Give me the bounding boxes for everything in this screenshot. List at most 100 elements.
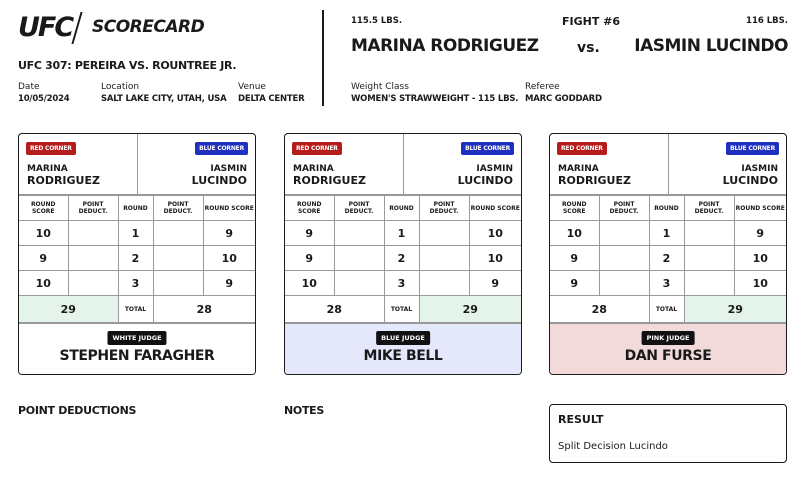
result-box: RESULT Split Decision Lucindo bbox=[549, 404, 787, 463]
red-first-name: MARINA bbox=[27, 164, 68, 174]
round-row: 9 3 10 bbox=[550, 270, 786, 296]
red-round-score: 10 bbox=[550, 220, 600, 246]
judge-badge: PINK JUDGE bbox=[641, 331, 695, 345]
blue-round-score: 10 bbox=[733, 270, 786, 296]
weight-class-value: WOMEN'S STRAWWEIGHT - 115 LBS. bbox=[351, 94, 519, 104]
red-point-deduction bbox=[333, 270, 385, 296]
versus-label: vs. bbox=[577, 40, 600, 56]
red-round-score-header: ROUND SCORE bbox=[550, 195, 600, 221]
logo-divider bbox=[71, 12, 83, 44]
corner-header: RED CORNER BLUE CORNER MARINA RODRIGUEZ IASM… bbox=[550, 134, 786, 195]
blue-corner-fighter: IASMIN LUCINDO bbox=[192, 163, 247, 187]
round-number: 3 bbox=[383, 270, 420, 296]
red-point-deduction bbox=[67, 220, 119, 246]
red-point-deduction bbox=[598, 245, 650, 271]
corner-divider bbox=[668, 134, 669, 195]
round-row: 10 1 9 bbox=[19, 220, 255, 246]
result-title: RESULT bbox=[558, 413, 604, 426]
judge-name: DAN FURSE bbox=[624, 348, 712, 364]
round-number: 2 bbox=[383, 245, 420, 271]
round-row: 9 2 10 bbox=[19, 245, 255, 271]
red-deduct-header: POINT DEDUCT. bbox=[598, 195, 650, 221]
blue-point-deduction bbox=[418, 245, 470, 271]
round-row: 10 3 9 bbox=[19, 270, 255, 296]
round-number: 2 bbox=[648, 245, 685, 271]
venue-value: DELTA CENTER bbox=[238, 94, 305, 104]
blue-deduct-header: POINT DEDUCT. bbox=[418, 195, 470, 221]
point-deductions-title: POINT DEDUCTIONS bbox=[18, 404, 137, 417]
blue-fighter-weight: 116 LBS. bbox=[746, 16, 788, 26]
judge-badge: WHITE JUDGE bbox=[107, 331, 167, 345]
result-text: Split Decision Lucindo bbox=[558, 441, 668, 452]
red-round-score: 9 bbox=[550, 270, 600, 296]
blue-point-deduction bbox=[152, 245, 204, 271]
round-number: 2 bbox=[117, 245, 154, 271]
blue-round-score: 10 bbox=[202, 245, 255, 271]
red-round-score: 9 bbox=[19, 245, 69, 271]
blue-point-deduction bbox=[683, 245, 735, 271]
blue-deduct-header: POINT DEDUCT. bbox=[683, 195, 735, 221]
red-total: 28 bbox=[550, 295, 650, 323]
red-fighter-weight: 115.5 LBS. bbox=[351, 16, 403, 26]
red-point-deduction bbox=[333, 245, 385, 271]
blue-point-deduction bbox=[152, 270, 204, 296]
fight-number: FIGHT #6 bbox=[562, 15, 621, 28]
blue-first-name: IASMIN bbox=[476, 164, 513, 174]
blue-corner-badge: BLUE CORNER bbox=[726, 142, 779, 155]
corner-divider bbox=[137, 134, 138, 195]
blue-first-name: IASMIN bbox=[210, 164, 247, 174]
red-point-deduction bbox=[67, 270, 119, 296]
blue-round-score-header: ROUND SCORE bbox=[733, 195, 786, 221]
location-value: SALT LAKE CITY, UTAH, USA bbox=[101, 94, 227, 104]
venue-label: Venue bbox=[238, 82, 266, 92]
blue-round-score: 9 bbox=[202, 220, 255, 246]
referee-label: Referee bbox=[525, 82, 560, 92]
total-label: TOTAL bbox=[383, 295, 420, 323]
referee-value: MARC GODDARD bbox=[525, 94, 602, 104]
score-table: ROUND SCORE POINT DEDUCT. ROUND POINT DEDUC… bbox=[19, 195, 255, 323]
judge-scorecard: RED CORNER BLUE CORNER MARINA RODRIGUEZ IASM… bbox=[284, 133, 522, 375]
blue-last-name: LUCINDO bbox=[457, 174, 513, 187]
red-point-deduction bbox=[333, 220, 385, 246]
event-name: UFC 307: PEREIRA VS. ROUNTREE JR. bbox=[18, 59, 237, 72]
red-total: 29 bbox=[19, 295, 119, 323]
date-label: Date bbox=[18, 82, 40, 92]
round-number: 1 bbox=[648, 220, 685, 246]
blue-total: 29 bbox=[418, 295, 521, 323]
blue-round-score: 9 bbox=[733, 220, 786, 246]
blue-round-score-header: ROUND SCORE bbox=[202, 195, 255, 221]
blue-fighter-name: IASMIN LUCINDO bbox=[634, 36, 788, 56]
judge-scorecard: RED CORNER BLUE CORNER MARINA RODRIGUEZ IASM… bbox=[549, 133, 787, 375]
total-row: 29 TOTAL 28 bbox=[19, 295, 255, 323]
judge-name: MIKE BELL bbox=[363, 348, 443, 364]
blue-corner-badge: BLUE CORNER bbox=[195, 142, 248, 155]
red-round-score-header: ROUND SCORE bbox=[19, 195, 69, 221]
judge-badge: BLUE JUDGE bbox=[376, 331, 430, 345]
red-point-deduction bbox=[67, 245, 119, 271]
judge-name: STEPHEN FARAGHER bbox=[59, 348, 215, 364]
red-last-name: RODRIGUEZ bbox=[558, 174, 631, 187]
weight-class-label: Weight Class bbox=[351, 82, 409, 92]
round-row: 9 2 10 bbox=[285, 245, 521, 271]
blue-first-name: IASMIN bbox=[741, 164, 778, 174]
score-header-row: ROUND SCORE POINT DEDUCT. ROUND POINT DEDUC… bbox=[285, 195, 521, 221]
red-round-score-header: ROUND SCORE bbox=[285, 195, 335, 221]
round-row: 9 1 10 bbox=[285, 220, 521, 246]
round-number: 1 bbox=[383, 220, 420, 246]
scorecard-title: SCORECARD bbox=[92, 17, 205, 37]
red-first-name: MARINA bbox=[558, 164, 599, 174]
round-header: ROUND bbox=[383, 195, 420, 221]
round-number: 1 bbox=[117, 220, 154, 246]
blue-total: 28 bbox=[152, 295, 255, 323]
notes-title: NOTES bbox=[284, 404, 324, 417]
red-total: 28 bbox=[285, 295, 385, 323]
judge-footer: BLUE JUDGE MIKE BELL bbox=[285, 323, 521, 374]
round-row: 9 2 10 bbox=[550, 245, 786, 271]
blue-round-score-header: ROUND SCORE bbox=[468, 195, 521, 221]
judge-scorecard: RED CORNER BLUE CORNER MARINA RODRIGUEZ IASM… bbox=[18, 133, 256, 375]
judge-footer: WHITE JUDGE STEPHEN FARAGHER bbox=[19, 323, 255, 374]
red-round-score: 10 bbox=[19, 270, 69, 296]
date-value: 10/05/2024 bbox=[18, 94, 70, 104]
red-corner-fighter: MARINA RODRIGUEZ bbox=[293, 163, 366, 187]
red-corner-badge: RED CORNER bbox=[292, 142, 342, 155]
